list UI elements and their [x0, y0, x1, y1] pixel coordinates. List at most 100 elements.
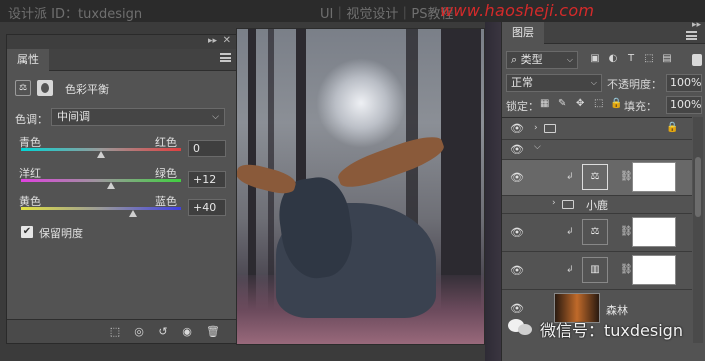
- adjustment-header: ⚖ 色彩平衡: [15, 79, 225, 99]
- layer-row-selected[interactable]: 👁 ↲ ⚖ ⛓: [502, 160, 692, 196]
- lock-icon: 🔒: [666, 122, 679, 133]
- eye-icon[interactable]: 👁: [510, 171, 524, 184]
- color-balance-thumbnail-icon[interactable]: ⚖: [582, 164, 608, 190]
- eye-icon[interactable]: 👁: [510, 264, 524, 277]
- background-forest-strip: [485, 22, 501, 361]
- mask-thumbnail[interactable]: [632, 255, 676, 285]
- color-balance-thumbnail-icon[interactable]: ⚖: [582, 219, 608, 245]
- tab-properties[interactable]: 属性: [7, 49, 49, 71]
- lock-transparent-icon[interactable]: ▦: [540, 98, 549, 109]
- link-icon[interactable]: ⛓: [620, 226, 633, 237]
- filter-type-icon[interactable]: T: [624, 52, 638, 66]
- slider-value-field[interactable]: +40: [188, 199, 226, 216]
- lock-paint-icon[interactable]: ✎: [558, 98, 566, 109]
- layers-scrollbar[interactable]: [693, 117, 703, 343]
- layer-row[interactable]: › 小鹿: [502, 196, 692, 214]
- eye-icon[interactable]: 👁: [510, 302, 524, 315]
- watermark-id: 设计派 ID：tuxdesign: [8, 7, 143, 22]
- collapse-panel-icon[interactable]: ▸▸: [692, 20, 701, 30]
- lock-artboard-icon[interactable]: ⬚: [594, 98, 603, 109]
- lock-all-icon[interactable]: 🔒: [610, 98, 622, 109]
- eye-icon[interactable]: 👁: [510, 122, 524, 135]
- fill-label: 填充：: [624, 100, 657, 113]
- layer-filter-row: ⌕ 类型 ⌵ ▣ ◐ T ⬚ ▤: [506, 51, 702, 69]
- layer-name: 森林: [606, 304, 628, 317]
- link-icon[interactable]: ⛓: [620, 264, 633, 275]
- filter-pixel-icon[interactable]: ▣: [588, 52, 602, 66]
- adjustment-title: 色彩平衡: [65, 83, 109, 96]
- properties-tab-bar: 属性: [7, 49, 237, 71]
- wechat-id: 微信号：tuxdesign: [540, 321, 683, 340]
- view-previous-icon[interactable]: ◎: [129, 323, 149, 341]
- watermark-tagline: UI｜视觉设计｜PS教程: [320, 7, 454, 22]
- scrollbar-thumb[interactable]: [695, 157, 701, 217]
- mask-thumbnail[interactable]: [632, 217, 676, 247]
- opacity-value: 100%: [670, 76, 702, 89]
- mask-thumbnail[interactable]: [632, 162, 676, 192]
- canvas-moose-image[interactable]: [236, 28, 485, 345]
- layer-row[interactable]: 👁 › 🔒: [502, 118, 692, 140]
- levels-thumbnail-icon[interactable]: ▥: [582, 257, 608, 283]
- eye-icon[interactable]: 👁: [510, 226, 524, 239]
- layers-tab-bar: 图层 ▸▸: [502, 20, 705, 44]
- fill-value: 100%: [670, 98, 702, 111]
- clip-to-layer-icon[interactable]: ⬚: [105, 323, 125, 341]
- lock-label: 锁定：: [506, 100, 539, 113]
- slider-value-field[interactable]: +12: [188, 171, 226, 188]
- layer-mask-icon[interactable]: [37, 80, 53, 96]
- chevron-right-icon[interactable]: ›: [552, 198, 556, 208]
- trash-icon[interactable]: 🗑: [203, 323, 223, 341]
- filter-adjustment-icon[interactable]: ◐: [606, 52, 620, 66]
- folder-icon: [544, 124, 556, 133]
- checkbox-icon[interactable]: ✔: [21, 226, 33, 238]
- tab-layers[interactable]: 图层: [502, 22, 544, 44]
- slider-thumb[interactable]: [106, 182, 115, 189]
- layer-name: 小鹿: [586, 199, 608, 212]
- canvas-border: [236, 28, 485, 345]
- slider-thumb[interactable]: [97, 151, 105, 158]
- blend-row: 正常 ⌵ 不透明度： 100%: [506, 74, 702, 92]
- filter-shape-icon[interactable]: ⬚: [642, 52, 656, 66]
- visibility-eye-icon[interactable]: ◉: [177, 323, 197, 341]
- chevron-right-icon[interactable]: ›: [534, 123, 538, 133]
- reset-icon[interactable]: ↺: [153, 323, 173, 341]
- wechat-icon: [508, 317, 534, 337]
- layer-list: 👁 › 🔒 👁 ⌵ 👁 ↲ ⚖ ⛓ › 小鹿 👁 ↲ ⚖ ⛓ 👁 ↲ ▥ ⛓ 👁…: [502, 117, 692, 343]
- opacity-field[interactable]: 100%: [666, 74, 702, 92]
- slider-value-field[interactable]: 0: [188, 140, 226, 157]
- opacity-label: 不透明度：: [607, 78, 662, 91]
- properties-footer: ⬚ ◎ ↺ ◉ 🗑: [7, 319, 237, 343]
- close-icon[interactable]: ✕: [223, 35, 231, 46]
- tone-value: 中间调: [57, 110, 90, 123]
- properties-panel: ▸▸ ✕ 属性 ⚖ 色彩平衡 色调： 中间调 ⌵ 青色 红色 0 洋红 绿色 +…: [6, 34, 238, 344]
- collapse-panel-icon[interactable]: ▸▸: [208, 36, 217, 46]
- slider-thumb[interactable]: [129, 210, 137, 217]
- panel-menu-icon[interactable]: [220, 53, 231, 62]
- filter-kind-dropdown[interactable]: ⌕ 类型 ⌵: [506, 51, 578, 69]
- fill-field[interactable]: 100%: [666, 96, 702, 114]
- layer-row[interactable]: 👁 ⌵: [502, 140, 692, 160]
- color-balance-icon[interactable]: ⚖: [15, 80, 31, 96]
- link-icon[interactable]: ⛓: [620, 171, 633, 182]
- layer-row[interactable]: 👁 ↲ ⚖ ⛓: [502, 214, 692, 252]
- watermark-bar: 设计派 ID：tuxdesign UI｜视觉设计｜PS教程 www.haoshe…: [0, 0, 705, 22]
- layer-row[interactable]: 👁 ↲ ▥ ⛓: [502, 252, 692, 290]
- clip-arrow-icon: ↲: [566, 227, 574, 237]
- magenta-green-track[interactable]: [21, 179, 181, 182]
- eye-icon[interactable]: 👁: [510, 143, 524, 156]
- filter-kind-value: 类型: [520, 53, 543, 66]
- clip-arrow-icon: ↲: [566, 265, 574, 275]
- tone-dropdown[interactable]: 中间调 ⌵: [51, 108, 225, 126]
- filter-smart-object-icon[interactable]: ▤: [660, 52, 674, 66]
- filter-toggle-icon[interactable]: [692, 54, 702, 66]
- chevron-down-icon: ⌵: [212, 112, 219, 122]
- layers-panel: 图层 ▸▸ ⌕ 类型 ⌵ ▣ ◐ T ⬚ ▤ 正常 ⌵ 不透明度： 100% 锁…: [501, 20, 705, 361]
- yellow-blue-track[interactable]: [21, 207, 181, 210]
- preserve-luminosity-label: 保留明度: [39, 227, 83, 240]
- blend-mode-dropdown[interactable]: 正常 ⌵: [506, 74, 602, 92]
- panel-menu-icon[interactable]: [686, 31, 697, 40]
- lock-row: 锁定： ▦ ✎ ✥ ⬚ 🔒 填充： 100%: [506, 96, 702, 114]
- chevron-down-icon[interactable]: ⌵: [534, 142, 541, 152]
- lock-move-icon[interactable]: ✥: [576, 98, 584, 109]
- tone-row: 色调： 中间调 ⌵: [15, 108, 230, 128]
